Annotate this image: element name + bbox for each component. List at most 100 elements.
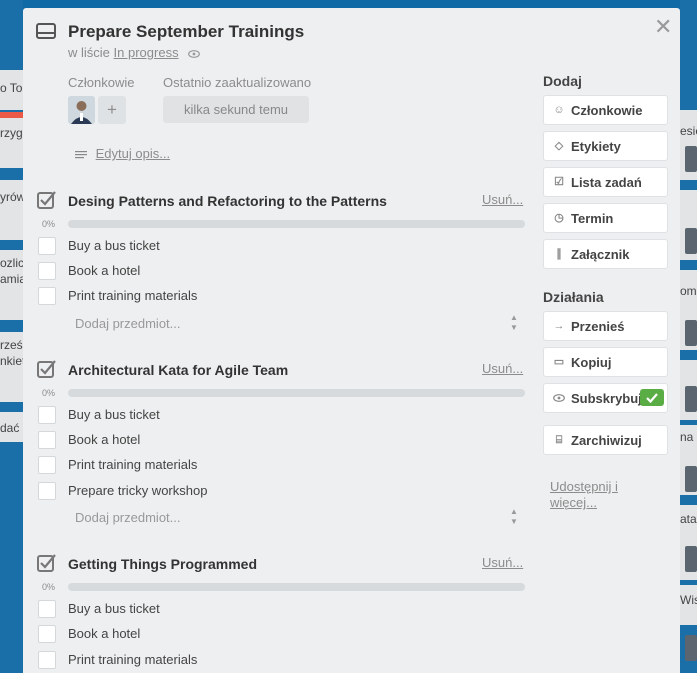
archive-button[interactable]: ⌸ Zarchiwizuj [543,425,668,455]
members-button[interactable]: ☺ Członkowie [543,95,668,125]
due-date-button-label: Termin [571,211,614,226]
clock-icon: ◷ [554,212,564,224]
bg-fragment: dać [0,421,20,435]
checklist-item-checkbox[interactable] [38,262,56,280]
add-member-button[interactable]: + [98,96,126,124]
checklist-item-label[interactable]: Book a hotel [68,432,140,447]
eye-icon [188,49,201,58]
bg-fragment: esie [680,124,697,138]
checklist-item-checkbox[interactable] [38,482,56,500]
checklist-title[interactable]: Desing Patterns and Refactoring to the P… [68,193,387,209]
checklist-item-label[interactable]: Buy a bus ticket [68,407,160,422]
due-date-button[interactable]: ◷ Termin [543,203,668,233]
members-button-label: Członkowie [571,103,643,118]
add-section-heading: Dodaj [543,73,582,89]
bg-fragment: ata [680,512,697,526]
checklist-item-label[interactable]: Book a hotel [68,626,140,641]
copy-button-label: Kopiuj [571,355,612,370]
edit-description-label: Edytuj opis... [95,146,171,161]
card-icon: ▭ [553,356,565,368]
checklist-item-checkbox[interactable] [38,456,56,474]
bg-fragment: Wise [680,593,697,607]
move-button-label: Przenieś [571,319,625,334]
labels-button[interactable]: ◇ Etykiety [543,131,668,161]
checklist-item-checkbox[interactable] [38,600,56,618]
checklist-item-label[interactable]: Prepare tricky workshop [68,483,207,498]
checklist-title[interactable]: Architectural Kata for Agile Team [68,362,288,378]
checklist-item-checkbox[interactable] [38,406,56,424]
person-icon: ☺ [553,104,565,116]
list-link[interactable]: In progress [114,45,179,60]
checklist-title[interactable]: Getting Things Programmed [68,556,257,572]
delete-checklist-link[interactable]: Usuń... [482,361,523,376]
bg-card[interactable] [0,180,23,240]
card-list-info: w liście In progress [68,45,201,60]
arrow-right-icon: → [553,320,565,332]
actions-section-heading: Działania [543,289,604,305]
checklist-item-label[interactable]: Print training materials [68,457,197,472]
checklist-item-label[interactable]: Print training materials [68,652,197,667]
checklist-button-label: Lista zadań [571,175,642,190]
updated-label: Ostatnio zaaktualizowano [163,75,312,90]
delete-checklist-link[interactable]: Usuń... [482,555,523,570]
copy-button[interactable]: ▭ Kopiuj [543,347,668,377]
in-list-prefix: w liście [68,45,110,60]
share-and-more-link[interactable]: Udostępnij i więcej... [550,479,660,511]
members-label: Członkowie [68,75,135,90]
checklist-item-checkbox[interactable] [38,431,56,449]
bg-avatar [685,146,697,172]
checklist-item-label[interactable]: Book a hotel [68,263,140,278]
bg-fragment: ozlic [0,256,25,270]
checklist-progress-bar [68,220,525,228]
resize-handle-icon[interactable]: ▲ ▼ [510,507,518,527]
attachment-button[interactable]: ∥ Załącznik [543,239,668,269]
checklist-item-label[interactable]: Print training materials [68,288,197,303]
bg-fragment: om [680,284,697,298]
checklist-icon [37,191,56,209]
checklist-icon [37,554,56,572]
checklist-progress-label: 0% [42,219,56,229]
resize-handle-icon[interactable]: ▲ ▼ [510,313,518,333]
eye-icon [553,392,565,404]
check-icon [640,389,664,406]
bg-fragment: rzyg [0,126,23,140]
checklist-item-label[interactable]: Buy a bus ticket [68,601,160,616]
bg-avatar [685,635,697,661]
checklist-button[interactable]: ☑ Lista zadań [543,167,668,197]
avatar[interactable] [68,96,95,124]
checklist-icon: ☑ [554,176,564,188]
archive-icon: ⌸ [555,434,563,446]
bg-avatar [685,466,697,492]
bg-avatar [685,546,697,572]
bg-fragment: na [680,430,694,444]
bg-avatar [685,320,697,346]
subscribe-button[interactable]: Subskrybuj [543,383,668,413]
delete-checklist-link[interactable]: Usuń... [482,192,523,207]
checklist-item-checkbox[interactable] [38,237,56,255]
tag-icon: ◇ [554,140,564,152]
add-checklist-item-input[interactable]: Dodaj przedmiot... [75,316,181,331]
close-icon[interactable]: ✕ [654,16,672,38]
checklist-item-checkbox[interactable] [38,287,56,305]
card-title[interactable]: Prepare September Trainings [68,22,304,42]
checklist-progress-label: 0% [42,388,56,398]
card-detail-dialog: ✕ Prepare September Trainings w liście I… [23,8,680,673]
bg-fragment: rześ [0,338,23,352]
last-updated-value: kilka sekund temu [163,96,309,123]
bg-fragment: o To [0,81,23,95]
checklist-progress-bar [68,583,525,591]
board-background-left: o To rzyg yrów ozlic amia rześ nkiet dać [0,0,26,673]
bg-fragment: yrów [0,190,26,204]
board-background-right: esie om na ata Wise [680,0,697,673]
edit-description-link[interactable]: Edytuj opis... [75,146,170,161]
checklist-item-checkbox[interactable] [38,625,56,643]
bg-fragment: nkiet [0,354,26,368]
checklist-item-label[interactable]: Buy a bus ticket [68,238,160,253]
checklist-progress-bar [68,389,525,397]
member-avatar-image [68,96,95,124]
checklist-progress-label: 0% [42,582,56,592]
checklist-item-checkbox[interactable] [38,651,56,669]
move-button[interactable]: → Przenieś [543,311,668,341]
attachment-button-label: Załącznik [571,247,630,262]
add-checklist-item-input[interactable]: Dodaj przedmiot... [75,510,181,525]
